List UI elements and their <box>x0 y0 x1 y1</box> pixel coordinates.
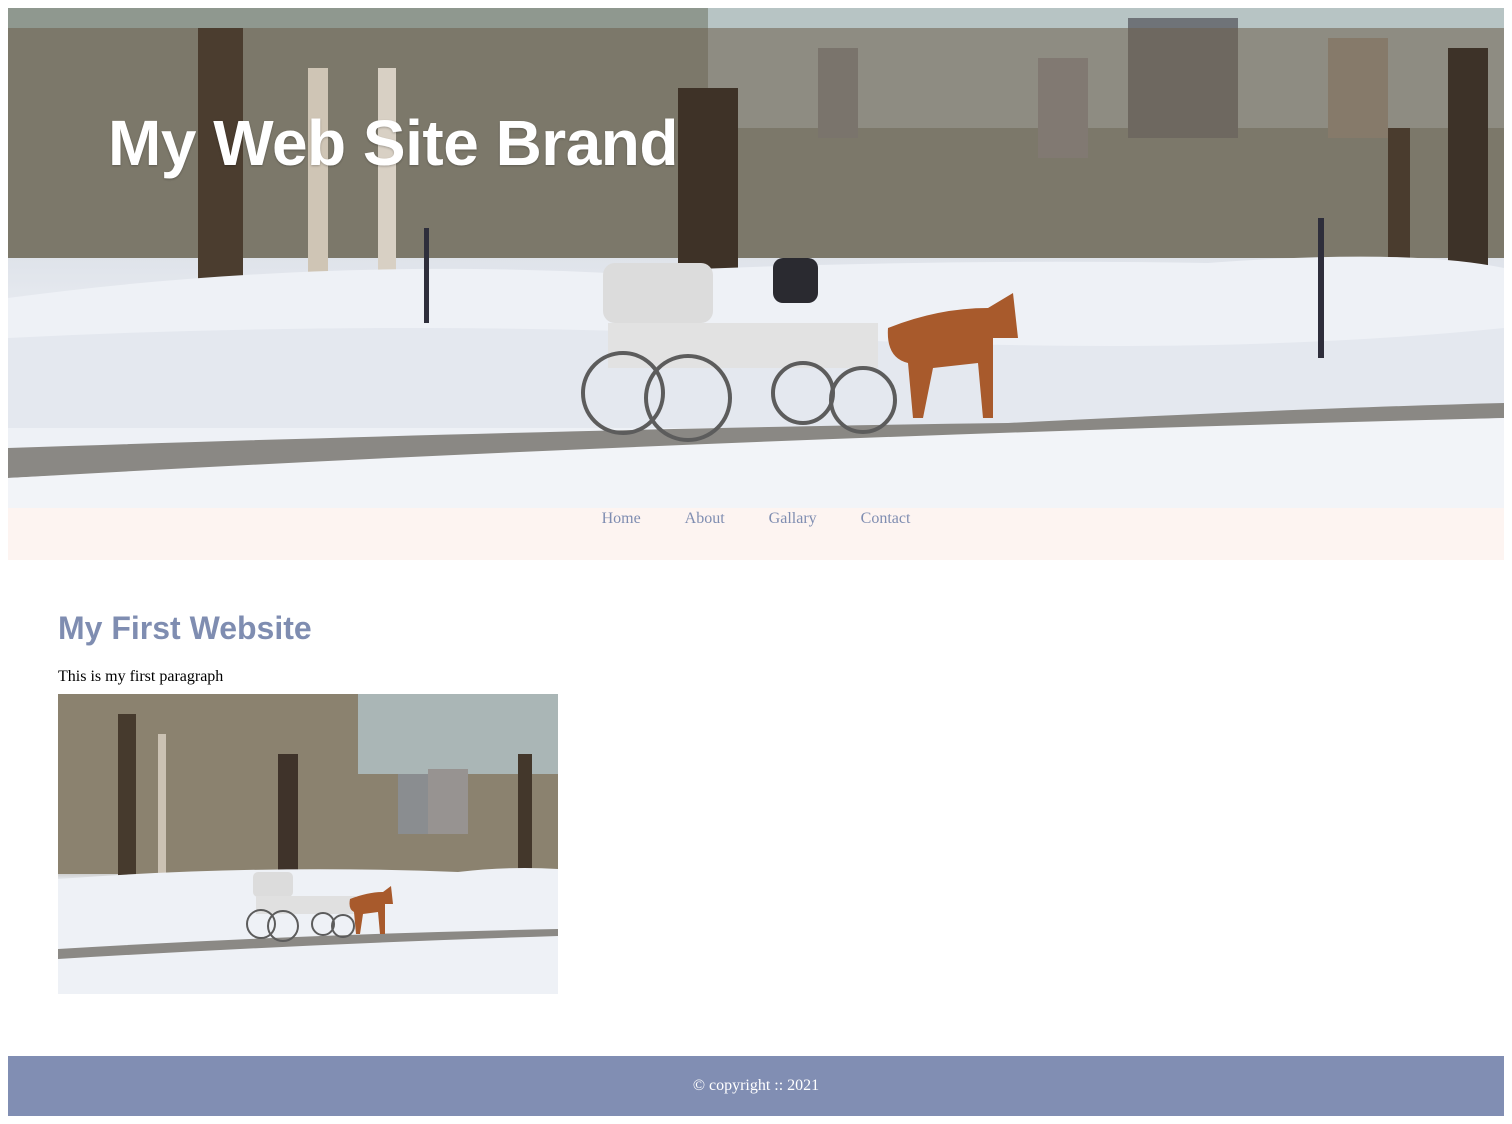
hero-banner: My Web Site Brand <box>8 8 1504 508</box>
nav-item-about[interactable]: About <box>685 508 725 528</box>
site-footer: © copyright :: 2021 <box>8 1056 1504 1116</box>
carriage-photo <box>58 694 558 994</box>
content-image <box>58 694 558 994</box>
nav-item-gallary[interactable]: Gallary <box>769 508 817 528</box>
main-nav: Home About Gallary Contact <box>8 508 1504 560</box>
nav-item-contact[interactable]: Contact <box>861 508 911 528</box>
intro-paragraph: This is my first paragraph <box>58 668 224 685</box>
page: My Web Site Brand Home About Gallary Con… <box>8 8 1504 994</box>
hero-photo <box>8 8 1504 508</box>
nav-item-home[interactable]: Home <box>602 508 641 528</box>
copyright-text: © copyright :: 2021 <box>692 1077 820 1094</box>
site-brand: My Web Site Brand <box>108 107 678 179</box>
page-title: My First Website <box>58 610 312 646</box>
main-content: My First Website This is my first paragr… <box>8 610 1504 994</box>
